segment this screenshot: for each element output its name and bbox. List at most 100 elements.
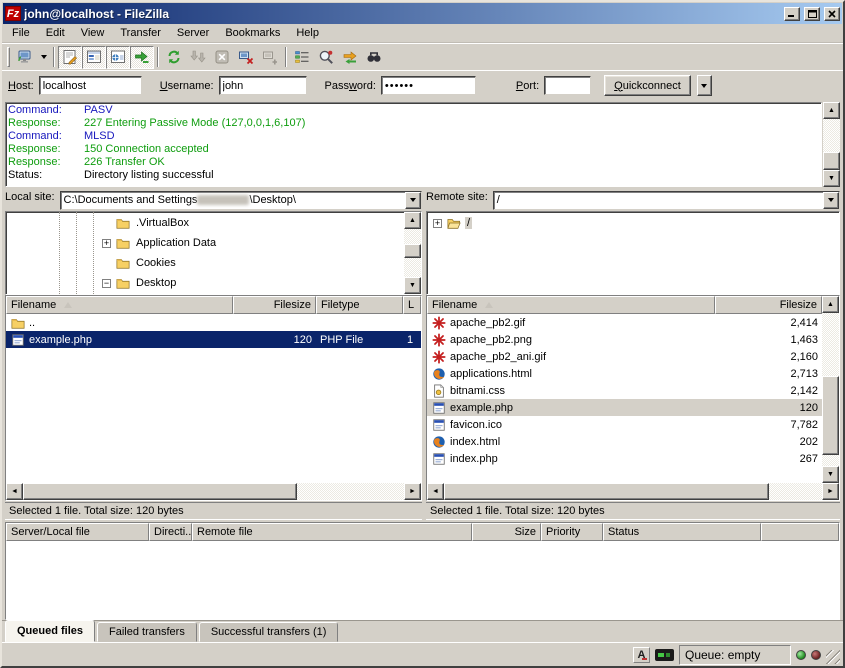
tree-item-application-data[interactable]: + Application Data (6, 233, 404, 253)
refresh-button[interactable] (162, 46, 186, 69)
file-row[interactable]: index.php 267 (427, 450, 822, 467)
menu-bookmarks[interactable]: Bookmarks (217, 25, 288, 41)
scrollbar-thumb[interactable] (444, 483, 769, 500)
file-row[interactable]: applications.html 2,713 (427, 365, 822, 382)
maximize-button[interactable] (804, 7, 820, 21)
scroll-left-icon[interactable]: ◄ (427, 483, 444, 500)
disconnect-button[interactable] (234, 46, 258, 69)
column-header-remote-file[interactable]: Remote file (192, 523, 472, 541)
column-header-size[interactable]: Size (472, 523, 541, 541)
scroll-up-icon[interactable]: ▲ (822, 296, 839, 313)
toggle-queue-button[interactable] (130, 46, 154, 69)
expand-icon[interactable]: + (102, 239, 111, 248)
file-row-parent-dir[interactable]: .. (6, 314, 421, 331)
scrollbar-thumb[interactable] (404, 244, 421, 258)
column-header-filename[interactable]: Filename (6, 296, 233, 314)
data-type-indicator-icon[interactable]: A (633, 647, 650, 663)
process-queue-button[interactable] (186, 46, 210, 69)
scroll-right-icon[interactable]: ► (404, 483, 421, 500)
message-log[interactable]: Command:PASV Response:227 Entering Passi… (5, 102, 822, 187)
column-header-filesize[interactable]: Filesize (715, 296, 822, 314)
remote-path-dropdown[interactable] (823, 192, 839, 209)
remote-list-hscrollbar[interactable]: ◄ ► (427, 483, 839, 500)
tree-item-desktop[interactable]: − Desktop (6, 273, 404, 293)
column-header-server-local-file[interactable]: Server/Local file (6, 523, 149, 541)
column-header-filetype[interactable]: Filetype (316, 296, 403, 314)
file-row[interactable]: index.html 202 (427, 433, 822, 450)
toolbar-gripper[interactable] (7, 47, 10, 67)
port-input[interactable] (544, 76, 591, 95)
column-header-priority[interactable]: Priority (541, 523, 603, 541)
synchronized-browsing-button[interactable] (338, 46, 362, 69)
column-header-status[interactable]: Status (603, 523, 761, 541)
scroll-left-icon[interactable]: ◄ (6, 483, 23, 500)
local-path-combo[interactable]: C:\Documents and Settings\Desktop\ (60, 191, 422, 210)
minimize-button[interactable] (784, 7, 800, 21)
username-input[interactable] (219, 76, 307, 95)
close-button[interactable] (824, 7, 840, 21)
local-list-rows[interactable]: .. example.php 120 PHP File 1 (6, 314, 421, 483)
menu-view[interactable]: View (73, 25, 113, 41)
toggle-remote-tree-button[interactable] (106, 46, 130, 69)
menu-help[interactable]: Help (288, 25, 327, 41)
host-input[interactable] (39, 76, 142, 95)
toggle-message-log-button[interactable] (58, 46, 82, 69)
find-files-button[interactable] (362, 46, 386, 69)
local-path-dropdown[interactable] (405, 192, 421, 209)
tab-queued-files[interactable]: Queued files (5, 620, 95, 642)
file-row[interactable]: apache_pb2.png 1,463 (427, 331, 822, 348)
expand-icon[interactable]: + (433, 219, 442, 228)
filter-button[interactable] (290, 46, 314, 69)
tree-item-root[interactable]: + / (427, 213, 839, 233)
reconnect-button[interactable] (258, 46, 282, 69)
remote-list-vscrollbar[interactable]: ▲ ▼ (822, 296, 839, 483)
collapse-icon[interactable]: − (102, 279, 111, 288)
log-scrollbar[interactable]: ▲ ▼ (823, 102, 840, 187)
scroll-up-icon[interactable]: ▲ (823, 102, 840, 119)
scroll-right-icon[interactable]: ► (822, 483, 839, 500)
queue-rows[interactable] (6, 541, 839, 619)
menu-server[interactable]: Server (169, 25, 217, 41)
local-directory-tree[interactable]: .VirtualBox + Application Data Cookies − (6, 212, 404, 294)
column-header-lastmodified[interactable]: L (403, 296, 421, 314)
remote-list-rows[interactable]: apache_pb2.gif 2,414 apache_pb2.png 1,46… (427, 314, 822, 483)
menu-transfer[interactable]: Transfer (112, 25, 169, 41)
directory-comparison-button[interactable] (314, 46, 338, 69)
scroll-up-icon[interactable]: ▲ (404, 212, 421, 229)
file-row[interactable]: favicon.ico 7,782 (427, 416, 822, 433)
title-bar[interactable]: Fz john@localhost - FileZilla (3, 3, 842, 24)
tab-successful-transfers[interactable]: Successful transfers (1) (199, 622, 339, 642)
file-row[interactable]: apache_pb2.gif 2,414 (427, 314, 822, 331)
column-header-filename[interactable]: Filename (427, 296, 715, 314)
local-list-hscrollbar[interactable]: ◄ ► (6, 483, 421, 500)
file-row[interactable]: apache_pb2_ani.gif 2,160 (427, 348, 822, 365)
speed-limit-icon[interactable] (655, 649, 674, 661)
file-row-example-php[interactable]: example.php 120 PHP File 1 (6, 331, 421, 348)
scrollbar-thumb[interactable] (822, 376, 839, 456)
column-header-filesize[interactable]: Filesize (233, 296, 316, 314)
scroll-down-icon[interactable]: ▼ (822, 466, 839, 483)
quickconnect-button[interactable]: Quickconnect (604, 75, 691, 96)
file-row-selected[interactable]: example.php 120 (427, 399, 822, 416)
tree-item-cookies[interactable]: Cookies (6, 253, 404, 273)
remote-directory-tree[interactable]: + / (427, 212, 839, 294)
scrollbar-thumb[interactable] (823, 152, 840, 170)
tab-failed-transfers[interactable]: Failed transfers (97, 622, 197, 642)
scroll-down-icon[interactable]: ▼ (823, 170, 840, 187)
password-input[interactable] (381, 76, 476, 95)
scrollbar-thumb[interactable] (23, 483, 297, 500)
menu-edit[interactable]: Edit (38, 25, 73, 41)
menu-file[interactable]: File (4, 25, 38, 41)
resize-grip[interactable] (826, 650, 840, 664)
site-manager-button[interactable] (13, 46, 37, 69)
remote-path-combo[interactable]: / (493, 191, 840, 210)
scroll-down-icon[interactable]: ▼ (404, 277, 421, 294)
tree-item-virtualbox[interactable]: .VirtualBox (6, 213, 404, 233)
site-manager-dropdown[interactable] (37, 46, 50, 69)
quickconnect-dropdown[interactable] (697, 75, 712, 96)
toggle-local-tree-button[interactable] (82, 46, 106, 69)
cancel-button[interactable] (210, 46, 234, 69)
column-header-direction[interactable]: Directi... (149, 523, 192, 541)
file-row[interactable]: bitnami.css 2,142 (427, 382, 822, 399)
local-tree-scrollbar[interactable]: ▲ ▼ (404, 212, 421, 294)
